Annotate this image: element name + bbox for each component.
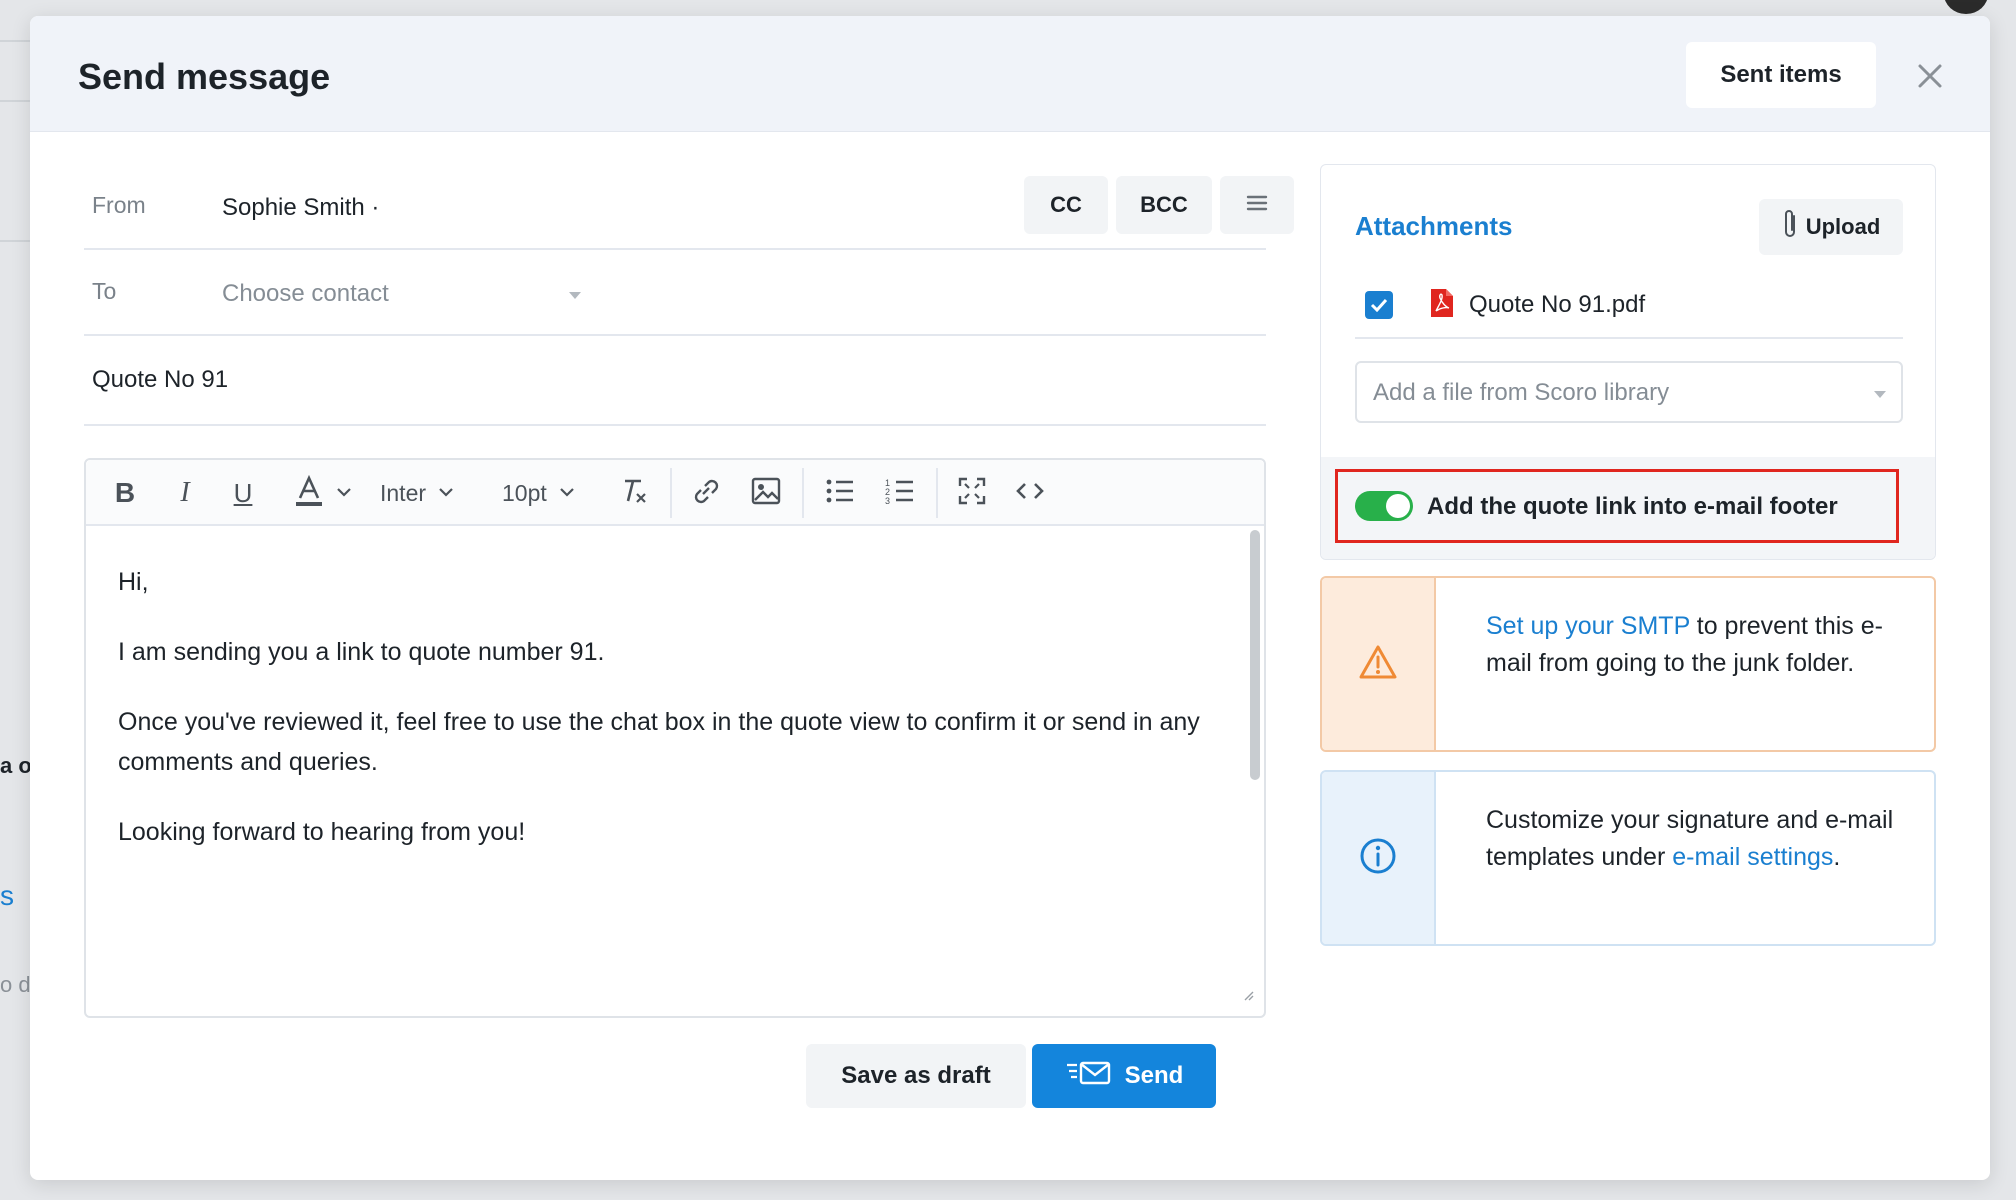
bold-button[interactable]: B bbox=[106, 474, 144, 512]
signature-info-notice: Customize your signature and e-mail temp… bbox=[1320, 770, 1936, 946]
paperclip-icon bbox=[1782, 208, 1800, 246]
resize-handle-icon[interactable] bbox=[1244, 988, 1254, 1006]
bulleted-list-icon bbox=[825, 477, 855, 510]
code-icon bbox=[1015, 479, 1045, 508]
body-greeting: Hi, bbox=[118, 568, 149, 596]
link-icon bbox=[691, 476, 721, 511]
fullscreen-button[interactable] bbox=[952, 474, 992, 512]
menu-button[interactable] bbox=[1220, 176, 1294, 234]
to-row: To Choose contact bbox=[84, 250, 1266, 336]
warning-icon bbox=[1358, 644, 1398, 685]
font-family-value: Inter bbox=[380, 479, 427, 506]
upload-label: Upload bbox=[1805, 214, 1881, 239]
attachments-panel: Attachments Upload Quote No 91.pdf Add a… bbox=[1320, 164, 1936, 560]
attachment-row: Quote No 91.pdf bbox=[1355, 273, 1903, 339]
highlight-box bbox=[1335, 469, 1899, 543]
warning-icon-column bbox=[1322, 578, 1436, 750]
info-icon-column bbox=[1322, 772, 1436, 944]
sent-items-button[interactable]: Sent items bbox=[1686, 42, 1876, 108]
bcc-button[interactable]: BCC bbox=[1116, 176, 1212, 234]
bulleted-list-button[interactable] bbox=[820, 474, 860, 512]
text-color-button[interactable] bbox=[282, 474, 362, 512]
chevron-down-icon bbox=[1873, 387, 1887, 405]
editor-toolbar: B I U Inter 10pt 1 2 3 bbox=[86, 460, 1264, 526]
library-placeholder: Add a file from Scoro library bbox=[1373, 379, 1670, 406]
scoro-library-select[interactable]: Add a file from Scoro library bbox=[1355, 361, 1903, 423]
background-divider bbox=[0, 40, 30, 42]
background-link: s bbox=[0, 880, 14, 911]
from-label: From bbox=[92, 192, 146, 218]
insert-image-button[interactable] bbox=[746, 474, 786, 512]
save-draft-button[interactable]: Save as draft bbox=[806, 1044, 1026, 1108]
text-color-icon bbox=[292, 474, 326, 513]
email-settings-link[interactable]: e-mail settings bbox=[1672, 843, 1833, 871]
underline-button[interactable]: U bbox=[224, 474, 262, 512]
numbered-list-icon: 123 bbox=[885, 477, 915, 510]
avatar bbox=[1944, 0, 1988, 14]
info-icon bbox=[1359, 837, 1397, 880]
smtp-notice-text: Set up your SMTP to prevent this e-mail … bbox=[1486, 608, 1904, 682]
toolbar-divider bbox=[670, 468, 672, 518]
background-text: a o bbox=[0, 753, 32, 778]
editor-scrollbar[interactable] bbox=[1250, 530, 1260, 780]
body-line: I am sending you a link to quote number … bbox=[118, 638, 605, 666]
quote-link-toggle-row: Add the quote link into e-mail footer bbox=[1321, 457, 1935, 559]
from-row: From Sophie Smith · CC BCC bbox=[84, 176, 1294, 250]
to-label: To bbox=[92, 278, 117, 304]
close-icon[interactable] bbox=[1910, 56, 1950, 96]
font-family-select[interactable]: Inter bbox=[380, 474, 472, 512]
font-size-select[interactable]: 10pt bbox=[502, 474, 588, 512]
signature-notice-suffix: . bbox=[1833, 843, 1841, 871]
signature-notice-text: Customize your signature and e-mail temp… bbox=[1486, 802, 1904, 876]
font-size-value: 10pt bbox=[502, 479, 547, 506]
hamburger-icon bbox=[1246, 192, 1268, 218]
cc-button[interactable]: CC bbox=[1024, 176, 1108, 234]
body-line: Looking forward to hearing from you! bbox=[118, 818, 526, 846]
attachment-checkbox[interactable] bbox=[1365, 291, 1393, 319]
bold-icon: B bbox=[114, 477, 136, 508]
attachment-file-name[interactable]: Quote No 91.pdf bbox=[1469, 291, 1645, 319]
insert-link-button[interactable] bbox=[686, 474, 726, 512]
chevron-down-icon bbox=[568, 288, 582, 306]
from-value[interactable]: Sophie Smith · bbox=[222, 194, 379, 222]
toolbar-divider bbox=[936, 468, 938, 518]
svg-text:3: 3 bbox=[885, 496, 890, 505]
chevron-down-icon bbox=[438, 484, 454, 502]
body-line: Once you've reviewed it, feel free to us… bbox=[118, 708, 1200, 776]
upload-button[interactable]: Upload bbox=[1759, 199, 1903, 255]
modal-header: Send message Sent items bbox=[30, 16, 1990, 132]
message-body[interactable]: Hi, I am sending you a link to quote num… bbox=[86, 526, 1264, 1016]
message-editor: B I U Inter 10pt 1 2 3 Hi, I am sending … bbox=[84, 458, 1266, 1018]
fullscreen-icon bbox=[957, 476, 987, 511]
to-select[interactable]: Choose contact bbox=[222, 266, 582, 316]
clear-formatting-button[interactable] bbox=[614, 474, 654, 512]
subject-field[interactable]: Quote No 91 bbox=[92, 366, 228, 394]
chevron-down-icon bbox=[336, 484, 352, 502]
pdf-file-icon bbox=[1429, 287, 1455, 324]
send-mail-icon bbox=[1065, 1060, 1111, 1093]
send-label: Send bbox=[1124, 1062, 1184, 1089]
subject-row[interactable]: Quote No 91 bbox=[84, 336, 1266, 426]
chevron-down-icon bbox=[559, 484, 575, 502]
source-code-button[interactable] bbox=[1010, 474, 1050, 512]
modal-title: Send message bbox=[78, 56, 331, 97]
attachments-title: Attachments bbox=[1355, 211, 1513, 241]
smtp-setup-link[interactable]: Set up your SMTP bbox=[1486, 612, 1690, 640]
to-placeholder: Choose contact bbox=[222, 280, 389, 307]
send-message-modal: Send message Sent items From Sophie Smit… bbox=[30, 16, 1990, 1180]
italic-icon: I bbox=[180, 477, 190, 508]
image-icon bbox=[750, 476, 782, 511]
background-divider bbox=[0, 100, 30, 102]
send-button[interactable]: Send bbox=[1032, 1044, 1216, 1108]
toolbar-divider bbox=[802, 468, 804, 518]
underline-icon: U bbox=[233, 477, 253, 508]
clear-formatting-icon bbox=[619, 476, 649, 511]
italic-button[interactable]: I bbox=[166, 474, 204, 512]
background-divider bbox=[0, 240, 30, 242]
smtp-warning-notice: Set up your SMTP to prevent this e-mail … bbox=[1320, 576, 1936, 752]
numbered-list-button[interactable]: 123 bbox=[880, 474, 920, 512]
